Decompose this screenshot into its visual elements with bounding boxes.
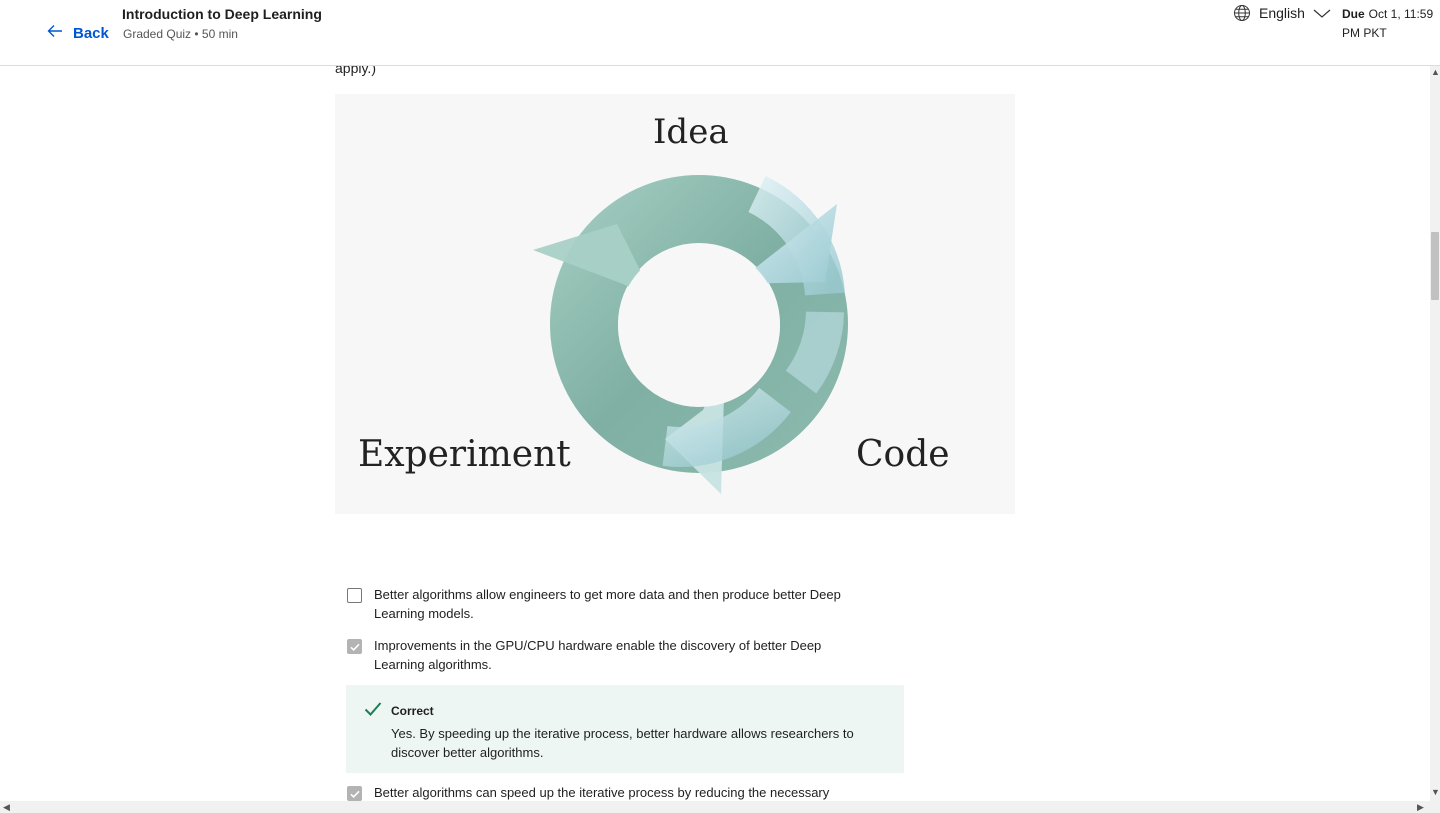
scrollbar-corner: [1430, 801, 1440, 813]
course-subtitle: Graded Quiz • 50 min: [123, 27, 238, 41]
scroll-down-arrow-icon[interactable]: ▼: [1431, 788, 1440, 797]
back-label: Back: [73, 24, 109, 42]
back-button[interactable]: Back: [46, 22, 109, 44]
feedback-text: Yes. By speeding up the iterative proces…: [391, 726, 854, 760]
scroll-up-arrow-icon[interactable]: ▲: [1431, 68, 1440, 77]
checkbox-unchecked[interactable]: [347, 588, 362, 603]
correct-check-icon: [364, 701, 382, 722]
language-selector[interactable]: English: [1233, 4, 1331, 22]
language-label: English: [1259, 5, 1305, 21]
due-date: Due Oct 1, 11:59 PM PKT: [1342, 5, 1438, 43]
question-figure: Idea Experiment Code: [335, 94, 1015, 514]
vertical-scroll-thumb[interactable]: [1431, 232, 1439, 300]
checkbox-checked[interactable]: [347, 786, 362, 801]
globe-icon: [1233, 4, 1251, 22]
due-label: Due: [1342, 7, 1365, 21]
figure-label-idea: Idea: [653, 112, 729, 152]
quiz-content: apply.) Idea Experiment Code Better algo…: [0, 66, 1430, 801]
answer-option-3[interactable]: Better algorithms can speed up the itera…: [347, 784, 867, 801]
scroll-right-arrow-icon[interactable]: ▶: [1417, 803, 1424, 812]
course-title: Introduction to Deep Learning: [122, 6, 322, 22]
figure-label-code: Code: [856, 434, 950, 475]
horizontal-scrollbar[interactable]: ◀ ▶: [0, 801, 1430, 813]
vertical-scrollbar[interactable]: ▲ ▼: [1430, 66, 1440, 801]
checkbox-checked[interactable]: [347, 639, 362, 654]
feedback-panel: Correct Yes. By speeding up the iterativ…: [346, 685, 904, 773]
answer-option-text: Improvements in the GPU/CPU hardware ena…: [374, 638, 822, 672]
answer-option-text: Better algorithms allow engineers to get…: [374, 587, 841, 621]
question-text-tail: apply.): [335, 66, 376, 76]
answer-option-1[interactable]: Better algorithms allow engineers to get…: [347, 586, 867, 623]
check-icon: [349, 790, 360, 798]
answer-option-text: Better algorithms can speed up the itera…: [374, 785, 830, 800]
top-header: Back Introduction to Deep Learning Grade…: [0, 0, 1440, 66]
chevron-down-icon: [1313, 7, 1331, 19]
scroll-left-arrow-icon[interactable]: ◀: [3, 803, 10, 812]
arrow-left-icon: [46, 22, 64, 44]
cycle-arrows-icon: [533, 175, 848, 494]
answer-option-2[interactable]: Improvements in the GPU/CPU hardware ena…: [347, 637, 867, 674]
check-icon: [349, 643, 360, 651]
feedback-title: Correct: [391, 704, 434, 718]
